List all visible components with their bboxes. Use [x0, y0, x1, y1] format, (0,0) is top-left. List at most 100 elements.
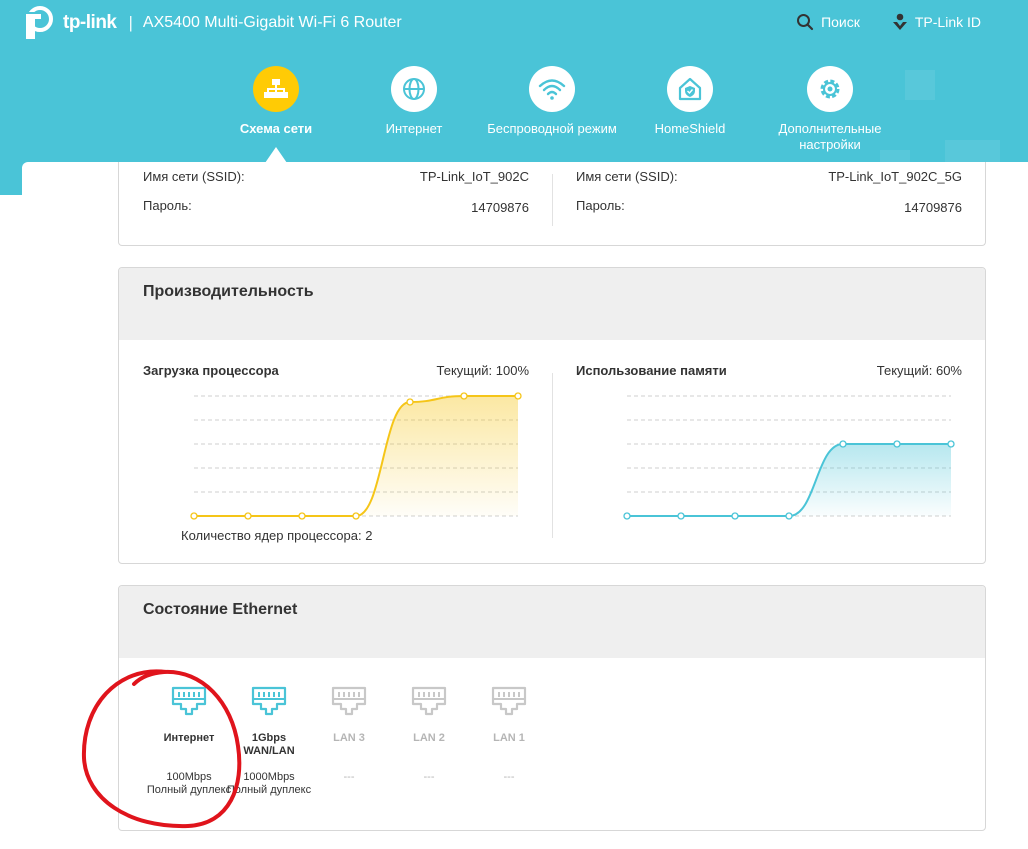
- tplink-id-label: TP-Link ID: [914, 14, 981, 30]
- port-name: LAN 2: [413, 732, 445, 744]
- ethernet-port-icon: [251, 686, 287, 716]
- password-value: 14709876: [904, 200, 962, 215]
- globe-icon: [391, 66, 437, 112]
- ethernet-port-icon: [491, 686, 527, 716]
- search-button[interactable]: Поиск: [796, 13, 860, 31]
- ethernet-port-icon: [331, 686, 367, 716]
- home-shield-icon: [667, 66, 713, 112]
- chart-point: [514, 392, 522, 400]
- port-name: 1Gbps WAN/LAN: [243, 732, 295, 757]
- password-label: Пароль:: [576, 198, 625, 213]
- port-speed-value: ---: [343, 771, 355, 783]
- password-row: Пароль: 14709876: [576, 191, 962, 220]
- band-24-info: Имя сети (SSID): TP-Link_IoT_902C Пароль…: [143, 162, 529, 220]
- wifi-divider: [552, 174, 553, 226]
- ethernet-port-icon: [171, 686, 207, 716]
- search-label: Поиск: [821, 14, 860, 30]
- tab-label: Беспроводной режим: [487, 121, 617, 136]
- port-speed: ---: [383, 771, 475, 784]
- wifi-icon: [529, 66, 575, 112]
- memory-chart: [623, 395, 955, 520]
- cpu-cores: Количество ядер процессора: 2: [181, 528, 373, 543]
- tab-label: Схема сети: [239, 121, 313, 136]
- band-5-info: Имя сети (SSID): TP-Link_IoT_902C_5G Пар…: [576, 162, 962, 220]
- model-name: AX5400 Multi-Gigabit Wi-Fi 6 Router: [142, 14, 402, 31]
- port-speed-value: 1000Mbps: [243, 771, 295, 783]
- ssid-value: TP-Link_IoT_902C: [419, 169, 529, 184]
- brand-separator: |: [128, 13, 133, 32]
- chart-point: [190, 512, 198, 520]
- chart-point: [298, 512, 306, 520]
- ethernet-port-icon: [411, 686, 447, 716]
- user-icon: [892, 13, 907, 30]
- perf-divider: [552, 373, 553, 538]
- port-speed: ---: [303, 771, 395, 784]
- port-duplex: Полный дуплекс: [146, 784, 232, 796]
- chart-point: [947, 440, 955, 448]
- port-speed: 100Mbps Полный дуплекс: [143, 771, 235, 797]
- main-nav: Схема сети Интернет Беспроводной режим H…: [0, 66, 1028, 166]
- chart-point: [406, 398, 414, 406]
- memory-title: Использование памяти: [576, 363, 727, 378]
- password-row: Пароль: 14709876: [143, 191, 529, 220]
- cpu-current: Текущий: 100%: [436, 363, 529, 378]
- gear-icon: [807, 66, 853, 112]
- ethernet-port: LAN 1 ---: [463, 686, 555, 784]
- ssid-label: Имя сети (SSID):: [143, 169, 245, 184]
- chart-point: [352, 512, 360, 520]
- password-value: 14709876: [471, 200, 529, 215]
- tab-label: Интернет: [385, 121, 443, 136]
- chart-point: [244, 512, 252, 520]
- port-name: LAN 3: [333, 732, 365, 744]
- performance-card: Производительность Загрузка процессора Т…: [118, 267, 986, 564]
- tab-advanced[interactable]: Дополнительные настройки: [760, 66, 900, 153]
- brand-name: tp-link: [63, 12, 117, 33]
- ssid-value: TP-Link_IoT_902C_5G: [828, 169, 962, 184]
- chart-point: [460, 392, 468, 400]
- chart-area-fill: [627, 444, 951, 516]
- search-icon: [797, 14, 814, 31]
- ethernet-title: Состояние Ethernet: [119, 586, 985, 658]
- chart-point: [623, 512, 631, 520]
- chart-point: [731, 512, 739, 520]
- wireless-info-card: Имя сети (SSID): TP-Link_IoT_902C Пароль…: [118, 162, 986, 246]
- network-map-icon: [253, 66, 299, 112]
- port-duplex: Полный дуплекс: [226, 784, 312, 796]
- port-name: Интернет: [163, 732, 215, 744]
- chart-point: [785, 512, 793, 520]
- port-name: LAN 1: [493, 732, 525, 744]
- ethernet-port: Интернет 100Mbps Полный дуплекс: [143, 686, 235, 797]
- chart-point: [893, 440, 901, 448]
- port-speed: ---: [463, 771, 555, 784]
- ethernet-port: LAN 2 ---: [383, 686, 475, 784]
- memory-current: Текущий: 60%: [876, 363, 962, 378]
- header-actions: Поиск TP-Link ID: [796, 13, 1028, 31]
- tab-internet[interactable]: Интернет: [344, 66, 484, 137]
- tab-label: HomeShield: [654, 121, 726, 136]
- chart-point: [839, 440, 847, 448]
- ssid-row: Имя сети (SSID): TP-Link_IoT_902C_5G: [576, 162, 962, 191]
- ethernet-port: LAN 3 ---: [303, 686, 395, 784]
- ethernet-port: 1Gbps WAN/LAN 1000Mbps Полный дуплекс: [223, 686, 315, 797]
- port-speed: 1000Mbps Полный дуплекс: [223, 771, 315, 797]
- ssid-label: Имя сети (SSID):: [576, 169, 678, 184]
- tp-link-logo[interactable]: tp-link | AX5400 Multi-Gigabit Wi-Fi 6 R…: [22, 6, 402, 40]
- ssid-row: Имя сети (SSID): TP-Link_IoT_902C: [143, 162, 529, 191]
- ethernet-card: Состояние Ethernet Интернет 100Mbps Полн…: [118, 585, 986, 831]
- password-label: Пароль:: [143, 198, 192, 213]
- performance-title: Производительность: [119, 268, 985, 340]
- tab-wireless[interactable]: Беспроводной режим: [482, 66, 622, 137]
- tplink-id-button[interactable]: TP-Link ID: [892, 13, 981, 31]
- port-speed-value: ---: [503, 771, 515, 783]
- cpu-title: Загрузка процессора: [143, 363, 279, 378]
- active-tab-pointer: [265, 147, 287, 163]
- tp-link-logo-icon: [26, 6, 53, 39]
- tab-homeshield[interactable]: HomeShield: [620, 66, 760, 137]
- port-speed-value: ---: [423, 771, 435, 783]
- tab-network-map[interactable]: Схема сети: [206, 66, 346, 137]
- tab-label: Дополнительные настройки: [778, 121, 882, 152]
- cpu-chart: [190, 392, 522, 520]
- chart-area-fill: [194, 396, 518, 516]
- port-speed-value: 100Mbps: [166, 771, 212, 783]
- chart-point: [677, 512, 685, 520]
